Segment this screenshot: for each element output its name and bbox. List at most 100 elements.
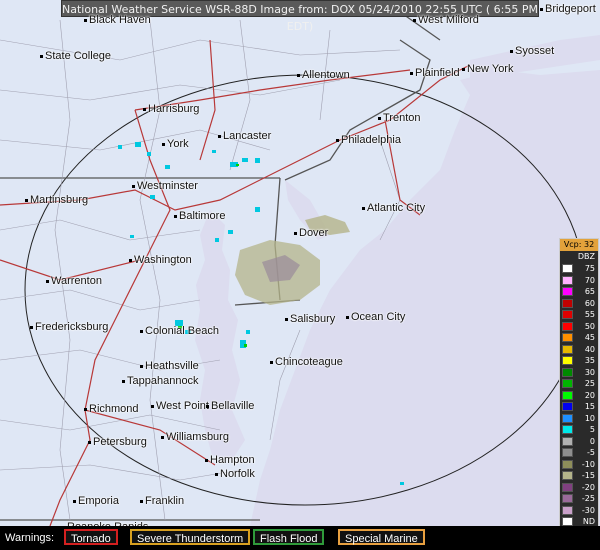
legend-value: -25 <box>581 494 595 504</box>
legend-entry: 5 <box>560 424 598 436</box>
city-marker-icon <box>215 472 218 476</box>
legend-swatch <box>562 298 573 308</box>
legend-entry: 30 <box>560 367 598 379</box>
city-name: Salisbury <box>290 313 336 325</box>
legend-entry: 40 <box>560 344 598 356</box>
city-label: Plainfield <box>410 68 460 79</box>
legend-swatch <box>562 287 573 297</box>
city-name: Bridgeport <box>545 3 596 15</box>
city-marker-icon <box>362 206 365 210</box>
legend-entry: 20 <box>560 390 598 402</box>
city-label: Black Haven <box>84 15 151 26</box>
city-label: Martinsburg <box>25 195 88 206</box>
city-marker-icon <box>378 116 381 120</box>
city-label: Bellaville <box>206 401 254 412</box>
legend-value: 10 <box>584 413 595 423</box>
warning-severe-thunderstorm-button[interactable]: Severe Thunderstorm <box>130 529 251 545</box>
city-marker-icon <box>151 404 154 408</box>
legend-entry: 55 <box>560 309 598 321</box>
legend-swatch <box>562 505 573 515</box>
city-marker-icon <box>462 67 465 71</box>
city-label: New York <box>462 64 513 75</box>
legend-entry: -10 <box>560 459 598 471</box>
warnings-label: Warnings: <box>5 532 55 544</box>
city-name: State College <box>45 50 112 62</box>
city-marker-icon <box>540 7 543 11</box>
city-marker-icon <box>129 258 132 262</box>
city-name: Emporia <box>78 495 119 507</box>
city-label: Salisbury <box>285 314 335 325</box>
legend-entry: -30 <box>560 505 598 517</box>
legend-vcp: Vcp: 32 <box>560 239 598 251</box>
warning-flash-flood-button[interactable]: Flash Flood <box>253 529 325 545</box>
city-name: West Milford <box>418 14 479 26</box>
city-name: Philadelphia <box>341 134 401 146</box>
city-label: Tappahannock <box>122 376 199 387</box>
city-marker-icon <box>336 138 339 142</box>
legend-value: -5 <box>587 448 595 458</box>
legend-value: -10 <box>581 459 595 469</box>
city-label: Lancaster <box>218 131 271 142</box>
warning-special-marine-button[interactable]: Special Marine <box>338 529 425 545</box>
city-label: Westminster <box>132 181 198 192</box>
warning-tornado-button[interactable]: Tornado <box>64 529 118 545</box>
legend-entry: 0 <box>560 436 598 448</box>
city-marker-icon <box>140 364 143 368</box>
city-marker-icon <box>140 499 143 503</box>
legend-value: 45 <box>584 333 595 343</box>
legend-value: 15 <box>584 402 595 412</box>
legend-swatch <box>562 448 573 458</box>
city-name: West Point <box>156 400 209 412</box>
city-label: Ocean City <box>346 312 405 323</box>
city-marker-icon <box>510 49 513 53</box>
city-name: New York <box>467 63 514 75</box>
city-label: Dover <box>294 228 328 239</box>
legend-value: 30 <box>584 367 595 377</box>
city-label: Atlantic City <box>362 203 425 214</box>
city-name: Hampton <box>210 454 255 466</box>
legend-value: 50 <box>584 321 595 331</box>
city-name: York <box>167 138 189 150</box>
city-marker-icon <box>161 435 164 439</box>
legend-value: -20 <box>581 482 595 492</box>
legend-swatch <box>562 459 573 469</box>
city-name: Plainfield <box>415 67 460 79</box>
city-label: Williamsburg <box>161 432 229 443</box>
city-name: Ocean City <box>351 311 406 323</box>
city-marker-icon <box>297 73 300 77</box>
city-name: Warrenton <box>51 275 102 287</box>
legend-swatch <box>562 275 573 285</box>
legend-value: ND <box>582 517 595 527</box>
city-marker-icon <box>40 54 43 58</box>
city-name: Lancaster <box>223 130 272 142</box>
legend-entry: 50 <box>560 321 598 333</box>
city-name: Franklin <box>145 495 185 507</box>
city-name: Williamsburg <box>166 431 229 443</box>
legend-swatch <box>562 264 573 274</box>
city-label: Fredericksburg <box>30 322 108 333</box>
city-label: Petersburg <box>88 437 147 448</box>
city-name: Baltimore <box>179 210 226 222</box>
city-marker-icon <box>294 231 297 235</box>
city-label: Chincoteague <box>270 357 343 368</box>
legend-value: 25 <box>584 379 595 389</box>
city-name: Richmond <box>89 403 139 415</box>
city-name: Bellaville <box>211 400 255 412</box>
city-marker-icon <box>413 18 416 22</box>
city-label: Philadelphia <box>336 135 401 146</box>
city-marker-icon <box>206 404 209 408</box>
city-label: Norfolk <box>215 469 255 480</box>
city-marker-icon <box>410 71 413 75</box>
legend-value: -30 <box>581 505 595 515</box>
city-marker-icon <box>84 407 87 411</box>
city-label: Franklin <box>140 496 184 507</box>
legend-unit: DBZ <box>577 252 595 261</box>
city-label: Bridgeport <box>540 4 596 15</box>
city-marker-icon <box>162 142 165 146</box>
legend-entry: -25 <box>560 493 598 505</box>
city-label: Baltimore <box>174 211 225 222</box>
city-label: West Milford <box>413 15 479 26</box>
legend-entry: 60 <box>560 298 598 310</box>
legend-swatch <box>562 517 573 527</box>
radar-map: National Weather Service WSR-88D Image f… <box>0 0 600 526</box>
